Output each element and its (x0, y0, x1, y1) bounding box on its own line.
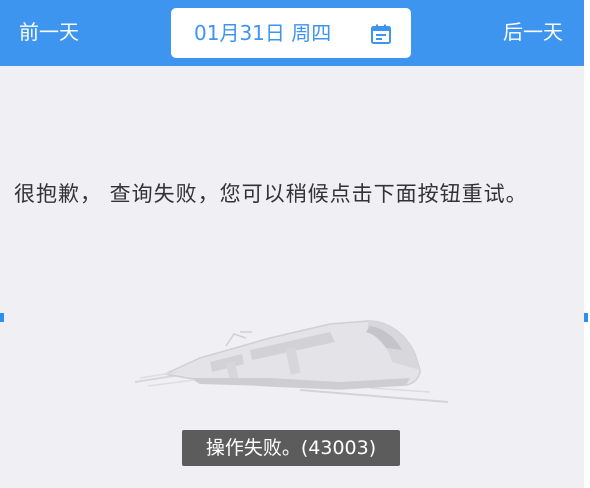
error-message: 很抱歉， 查询失败，您可以稍候点击下面按钮重试。 (14, 182, 528, 206)
right-edge-strip (584, 0, 590, 488)
next-day-button[interactable]: 后一天 (503, 18, 563, 46)
train-icon (134, 320, 449, 403)
date-selector[interactable]: 01月31日 周四 (171, 8, 411, 58)
right-edge-marker (584, 313, 588, 322)
left-edge-marker (0, 313, 4, 322)
calendar-icon[interactable] (369, 22, 393, 46)
date-label: 01月31日 周四 (194, 21, 332, 45)
prev-day-button[interactable]: 前一天 (19, 18, 79, 46)
date-nav-bar: 前一天 01月31日 周四 后一天 (0, 0, 584, 66)
toast-message: 操作失败。(43003) (182, 430, 400, 466)
app-screen: 前一天 01月31日 周四 后一天 很抱歉， 查询失败，您可以稍候点击下面按钮重… (0, 0, 584, 488)
